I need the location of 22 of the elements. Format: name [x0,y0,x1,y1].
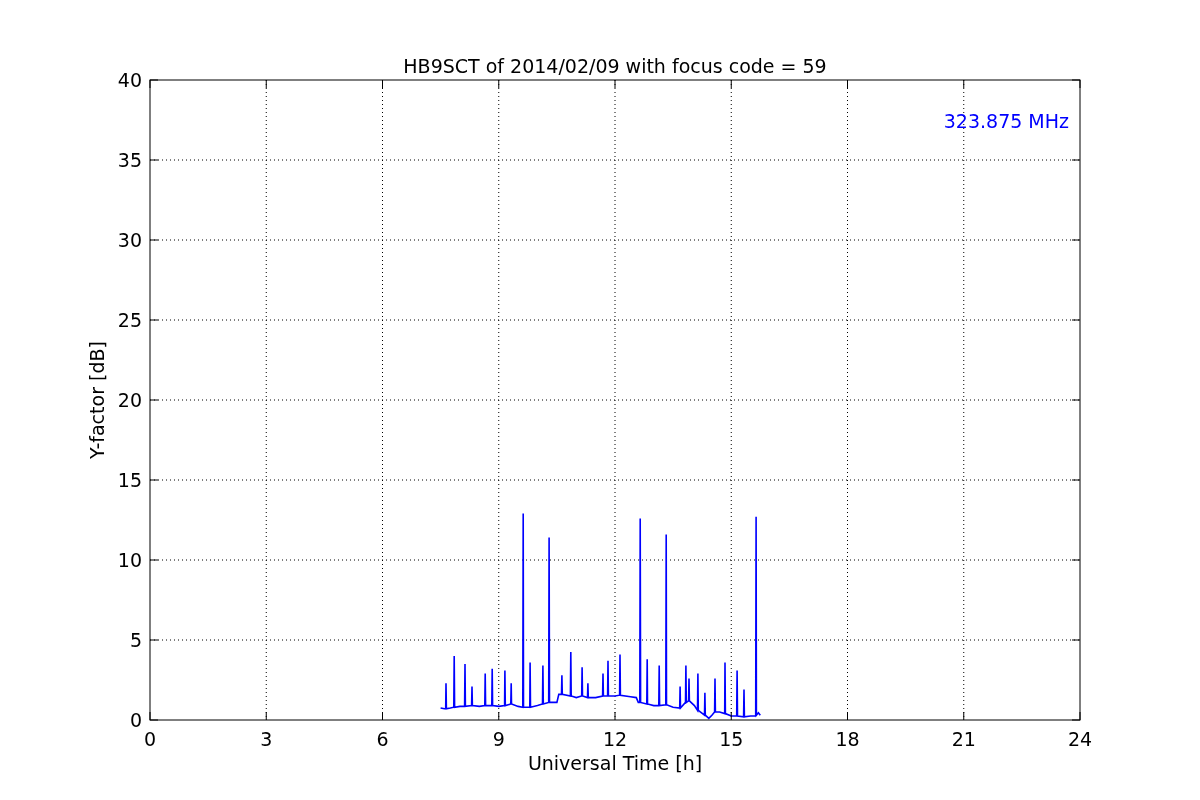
x-tick-label: 6 [376,728,389,750]
y-tick-label: 0 [129,709,142,731]
x-tick-label: 0 [143,728,157,750]
y-tick-label: 15 [117,469,142,491]
y-tick-label: 35 [117,149,142,171]
y-tick-label: 30 [117,229,142,251]
frequency-annotation: 323.875 MHz [943,110,1069,132]
chart-title: HB9SCT of 2014/02/09 with focus code = 59 [403,55,827,77]
x-tick-label: 3 [260,728,273,750]
x-axis-label: Universal Time [h] [527,752,703,774]
x-tick-label: 12 [602,728,628,750]
x-tick-label: 18 [835,728,860,750]
x-tick-label: 24 [1067,728,1093,750]
y-tick-label: 25 [117,309,142,331]
y-tick-label: 10 [117,549,142,571]
y-tick-label: 5 [129,629,142,651]
x-tick-label: 15 [719,728,744,750]
y-tick-label: 40 [117,69,142,91]
y-axis-label: Y-factor [dB] [86,341,108,459]
x-tick-label: 9 [492,728,505,750]
x-tick-label: 21 [951,728,976,750]
y-tick-label: 20 [117,389,142,411]
